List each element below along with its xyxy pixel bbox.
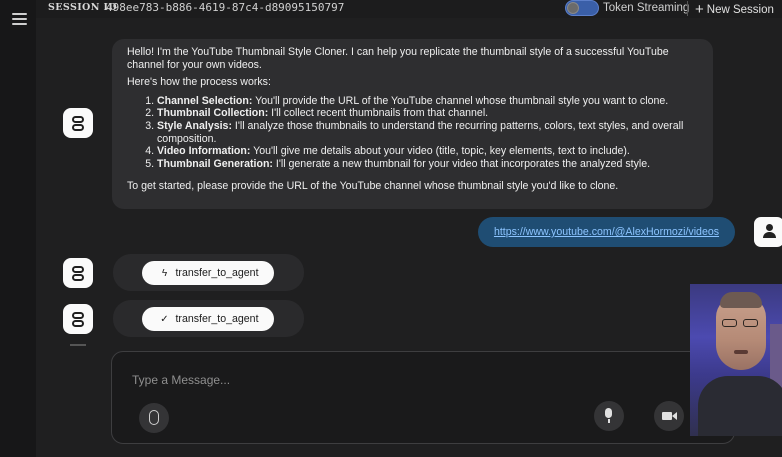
message-input[interactable]: Type a Message... — [132, 373, 230, 387]
assistant-closing: To get started, please provide the URL o… — [127, 180, 619, 193]
plus-icon: + — [695, 1, 704, 18]
assistant-message: Hello! I'm the YouTube Thumbnail Style C… — [112, 39, 713, 209]
paperclip-icon — [149, 410, 159, 425]
assistant-process-heading: Here's how the process works: — [127, 76, 271, 89]
tool-call-chip[interactable]: ϟ transfer_to_agent — [142, 261, 274, 285]
process-step: Video Information: You'll give me detail… — [157, 145, 697, 158]
new-session-button[interactable]: + New Session — [695, 1, 774, 18]
bot-avatar — [63, 304, 93, 334]
bot-icon — [72, 312, 84, 327]
scroll-indicator — [70, 344, 86, 346]
assistant-intro: Hello! I'm the YouTube Thumbnail Style C… — [127, 46, 669, 71]
user-message: https://www.youtube.com/@AlexHormozi/vid… — [478, 217, 735, 247]
message-composer[interactable]: Type a Message... — [111, 351, 735, 444]
tool-call-chip[interactable]: ✓ transfer_to_agent — [142, 307, 274, 331]
tool-call-label: transfer_to_agent — [175, 267, 259, 279]
lightning-icon: ϟ — [161, 268, 168, 279]
microphone-icon — [605, 408, 612, 418]
process-step: Channel Selection: You'll provide the UR… — [157, 95, 697, 108]
bot-avatar — [63, 108, 93, 138]
header-divider — [687, 1, 688, 16]
process-steps: Channel Selection: You'll provide the UR… — [127, 95, 697, 171]
session-id-value: 498ee783-b886-4619-87c4-d89095150797 — [106, 1, 345, 14]
token-streaming-label: Token Streaming — [603, 2, 690, 14]
process-step: Thumbnail Collection: I'll collect recen… — [157, 107, 697, 120]
top-bar: SESSION ID 498ee783-b886-4619-87c4-d8909… — [36, 0, 782, 18]
process-step: Thumbnail Generation: I'll generate a ne… — [157, 158, 697, 171]
bot-avatar — [63, 258, 93, 288]
user-message-link[interactable]: https://www.youtube.com/@AlexHormozi/vid… — [494, 226, 719, 238]
token-streaming-toggle[interactable] — [565, 0, 599, 16]
left-rail — [0, 0, 36, 457]
bot-icon — [72, 266, 84, 281]
tool-call-row: ϟ transfer_to_agent — [113, 254, 304, 291]
check-icon: ✓ — [160, 314, 169, 325]
toggle-knob — [567, 2, 579, 14]
new-session-label: New Session — [706, 4, 774, 16]
user-icon — [762, 224, 776, 239]
bot-icon — [72, 116, 84, 131]
hamburger-menu-icon[interactable] — [12, 13, 27, 25]
process-step: Style Analysis: I'll analyze those thumb… — [157, 120, 697, 145]
webcam-preview — [690, 284, 782, 436]
attach-button[interactable] — [139, 403, 169, 433]
microphone-button[interactable] — [594, 401, 624, 431]
user-avatar — [754, 217, 782, 247]
tool-call-row: ✓ transfer_to_agent — [113, 300, 304, 337]
tool-call-label: transfer_to_agent — [175, 313, 259, 325]
video-camera-icon — [662, 412, 672, 420]
video-button[interactable] — [654, 401, 684, 431]
